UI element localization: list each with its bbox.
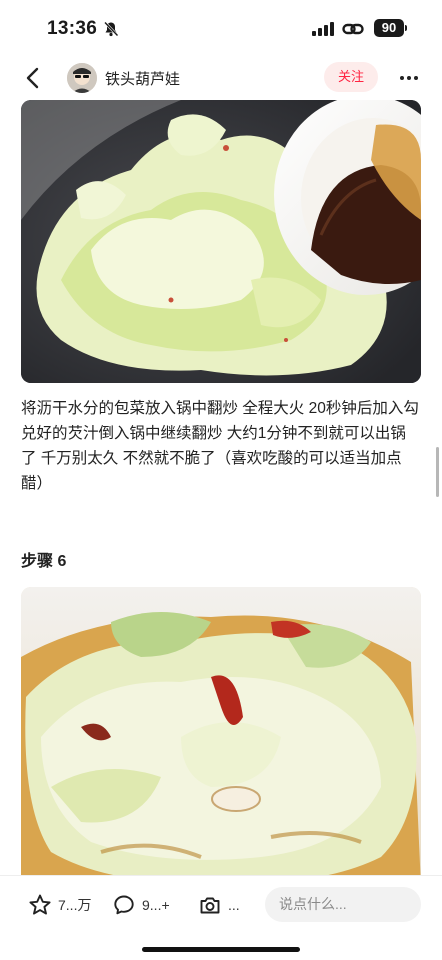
note-content[interactable]: 将沥干水分的包菜放入锅中翻炒 全程大火 20秒钟后加入勾兑好的芡汁倒入锅中继续翻… (0, 100, 442, 875)
collect-button[interactable]: ... (198, 893, 240, 917)
follow-button[interactable]: 关注 (324, 62, 378, 92)
status-time: 13:36 (47, 18, 98, 39)
step-description: 将沥干水分的包菜放入锅中翻炒 全程大火 20秒钟后加入勾兑好的芡汁倒入锅中继续翻… (21, 400, 419, 492)
more-icon[interactable] (398, 68, 420, 88)
comment-count: 9...+ (142, 897, 170, 913)
avatar[interactable] (67, 63, 97, 93)
battery-tip (405, 25, 407, 31)
step-5-photo[interactable] (21, 100, 421, 383)
signal-icon (312, 22, 334, 36)
comment-bubble-icon (114, 895, 134, 915)
camera-icon (200, 897, 220, 914)
status-bar: 13:36 90 (0, 0, 442, 58)
step-title: 步骤 6 (21, 553, 67, 570)
back-arrow-icon[interactable] (22, 66, 44, 90)
scrollbar-thumb[interactable] (436, 447, 439, 497)
battery-icon: 90 (374, 19, 404, 37)
like-count: 7...万 (58, 897, 92, 913)
bell-off-icon (104, 21, 119, 37)
link-icon (342, 23, 364, 35)
home-indicator[interactable] (142, 947, 300, 952)
star-icon (29, 894, 51, 915)
comment-input[interactable]: 说点什么... (265, 887, 421, 922)
step-6-photo[interactable] (21, 587, 421, 875)
author-name[interactable]: 铁头葫芦娃 (105, 68, 180, 89)
collect-count: ... (228, 897, 240, 913)
bottom-action-bar: 7...万 9...+ ... 说点什么... (0, 875, 442, 960)
note-header: 铁头葫芦娃 关注 (0, 58, 442, 100)
like-button[interactable]: 7...万 (28, 893, 91, 917)
comment-button[interactable]: 9...+ (112, 893, 170, 917)
